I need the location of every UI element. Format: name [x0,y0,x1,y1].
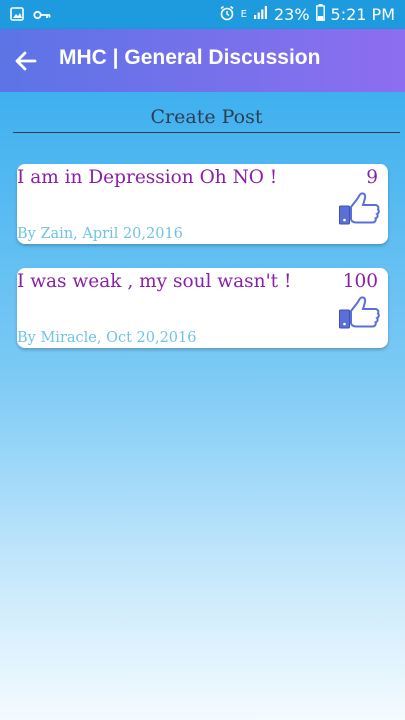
status-bar-left [10,6,51,25]
app-title: MHC | General Discussion [59,46,321,69]
status-bar: E 23% 5:21 PM [0,0,405,29]
back-arrow-icon[interactable] [12,47,40,75]
thumbs-up-icon[interactable] [338,296,380,330]
post-card[interactable]: I was weak , my soul wasn't ! 100 By Mir… [17,268,388,348]
alarm-icon [219,5,235,25]
post-author: By Zain, April 20,2016 [17,226,183,242]
post-like-count: 9 [366,167,378,188]
create-post-button[interactable]: Create Post [13,104,400,133]
post-card[interactable]: I am in Depression Oh NO ! 9 By Zain, Ap… [17,164,388,244]
thumbs-up-icon[interactable] [338,192,380,226]
post-author: By Miracle, Oct 20,2016 [17,330,197,346]
post-like-count: 100 [342,271,378,292]
signal-icon [253,5,268,24]
status-bar-right: E 23% 5:21 PM [219,4,395,25]
key-icon [33,6,51,25]
network-type-indicator: E [240,8,247,20]
discussion-content: Create Post I am in Depression Oh NO ! 9… [0,92,405,720]
battery-icon [315,4,325,25]
post-title: I am in Depression Oh NO ! [17,167,278,188]
post-title: I was weak , my soul wasn't ! [17,271,292,292]
app-bar: MHC | General Discussion [0,29,405,92]
clock-time: 5:21 PM [330,5,395,24]
battery-percent: 23% [273,5,310,24]
image-icon [10,6,24,25]
